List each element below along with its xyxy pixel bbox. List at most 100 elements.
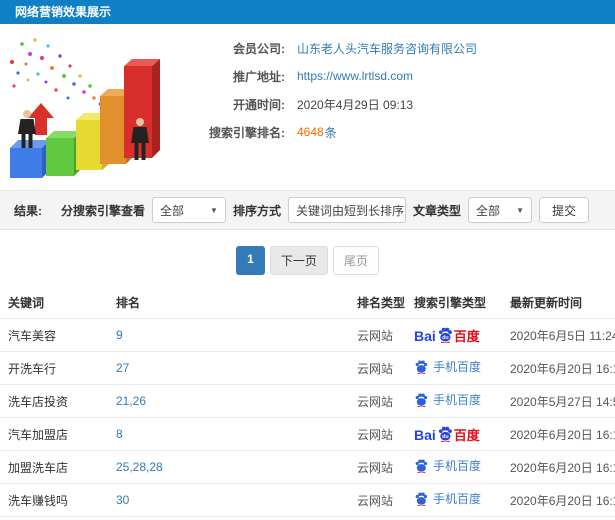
chevron-down-icon: ▼	[516, 205, 524, 215]
rank-link[interactable]: 21,26	[116, 394, 146, 408]
rank-link[interactable]: 9	[116, 328, 123, 342]
engine-cell: Bai du 百度	[406, 418, 502, 451]
table-row: 洗车店利润 30 云网站 手机百度 2020年6月18日 14:27	[0, 516, 615, 520]
table-row: 洗车店投资 21,26 云网站 手机百度 2020年5月27日 14:58	[0, 384, 615, 418]
page-button-current[interactable]: 1	[236, 246, 265, 275]
baidu-logo-suffix: 百度	[453, 329, 480, 344]
table-row: 加盟洗车店 25,28,28 云网站 手机百度 2020年6月20日 16:11	[0, 450, 615, 484]
keyword-cell: 洗车店利润	[0, 517, 108, 520]
baidu-logo: Bai du 百度	[414, 326, 480, 343]
chevron-down-icon: ▼	[210, 205, 218, 215]
rank-count-label: 搜索引擎排名:	[209, 125, 285, 140]
rank-type-cell: 云网站	[357, 493, 394, 508]
filter-controls: 分搜索引擎查看 全部 ▼ 排序方式 关键词由短到长排序 ▼ 文章类型 全部 ▼ …	[61, 197, 589, 223]
rank-link[interactable]: 30	[116, 493, 129, 507]
table-header-row: 关键词 排名 排名类型 搜索引擎类型 最新更新时间	[0, 287, 615, 319]
mobile-baidu-logo: 手机百度	[414, 491, 481, 506]
mobile-baidu-logo: 手机百度	[414, 458, 481, 473]
svg-text:du: du	[442, 335, 449, 341]
col-rank: 排名	[116, 296, 141, 310]
app-header: 网络营销效果展示	[0, 0, 615, 24]
promo-url-label: 推广地址:	[233, 69, 285, 84]
time-cell: 2020年6月20日 16:12	[510, 493, 615, 508]
time-cell: 2020年6月20日 16:12	[510, 427, 615, 442]
rank-type-cell: 云网站	[357, 394, 394, 409]
col-update-time: 最新更新时间	[510, 296, 583, 310]
company-label: 会员公司:	[233, 41, 285, 56]
keyword-cell: 开洗车行	[8, 361, 57, 376]
mobile-baidu-logo: 手机百度	[414, 359, 481, 374]
svg-text:du: du	[442, 434, 449, 440]
keyword-cell: 洗车赚钱吗	[8, 493, 69, 508]
table-row: 汽车加盟店 8 云网站 Bai du 百度 2020年6月20日 16:12	[0, 417, 615, 451]
time-cell: 2020年6月20日 16:11	[510, 460, 615, 475]
keyword-cell: 加盟洗车店	[8, 460, 69, 475]
keyword-cell: 洗车店投资	[8, 394, 69, 409]
engine-cell: 手机百度	[406, 451, 502, 484]
sort-select[interactable]: 关键词由短到长排序 ▼	[287, 197, 421, 223]
engine-cell: 手机百度	[406, 352, 502, 385]
time-cell: 2020年5月27日 14:58	[510, 394, 615, 409]
baidu-logo-prefix: Bai	[414, 427, 436, 443]
mobile-baidu-label: 手机百度	[433, 458, 482, 473]
col-keyword: 关键词	[8, 296, 45, 310]
submit-button[interactable]: 提交	[538, 197, 589, 223]
mobile-baidu-label: 手机百度	[433, 491, 482, 506]
result-label: 结果:	[14, 203, 42, 218]
ranking-table: 关键词 排名 排名类型 搜索引擎类型 最新更新时间 汽车美容 9 云网站 Bai…	[0, 287, 615, 520]
rank-type-cell: 云网站	[357, 361, 394, 376]
member-info-fields: 会员公司: 山东老人头汽车服务咨询有限公司 推广地址: https://www.…	[185, 24, 615, 190]
company-link[interactable]: 山东老人头汽车服务咨询有限公司	[297, 40, 477, 57]
open-time-row: 开通时间: 2020年4月29日 09:13	[185, 90, 615, 118]
rank-count-unit[interactable]: 条	[325, 124, 337, 141]
table-row: 汽车美容 9 云网站 Bai du 百度 2020年6月5日 11:24	[0, 318, 615, 352]
bar-chart-illustration-svg	[10, 38, 160, 178]
engine-cell: 手机百度	[406, 484, 502, 517]
table-row: 开洗车行 27 云网站 手机百度 2020年6月20日 16:16	[0, 351, 615, 385]
time-cell: 2020年6月20日 16:16	[510, 361, 615, 376]
engine-cell: Bai du 百度	[406, 319, 502, 352]
pagination: 1 下一页 尾页	[0, 246, 615, 275]
baidu-paw-icon: du	[438, 327, 452, 343]
baidu-paw-icon	[415, 459, 428, 473]
keyword-cell: 汽车加盟店	[8, 427, 69, 442]
rank-cell: 9	[108, 319, 349, 352]
filter-bar: 结果: 分搜索引擎查看 全部 ▼ 排序方式 关键词由短到长排序 ▼ 文章类型 全…	[0, 190, 615, 230]
type-select-value: 全部	[475, 203, 500, 218]
rank-link[interactable]: 8	[116, 427, 123, 441]
baidu-paw-icon	[415, 393, 428, 407]
engine-select[interactable]: 全部 ▼	[151, 197, 226, 223]
company-row: 会员公司: 山东老人头汽车服务咨询有限公司	[185, 34, 615, 62]
rank-cell: 8	[108, 418, 349, 451]
promo-url-row: 推广地址: https://www.lrtlsd.com	[185, 62, 615, 90]
rank-cell: 30	[108, 484, 349, 517]
rank-type-cell: 云网站	[357, 427, 394, 442]
rank-link[interactable]: 27	[116, 361, 129, 375]
mobile-baidu-logo: 手机百度	[414, 392, 481, 407]
time-cell: 2020年6月5日 11:24	[510, 328, 615, 343]
open-time-label: 开通时间:	[233, 97, 285, 112]
sort-select-value: 关键词由短到长排序	[295, 203, 404, 218]
next-page-button[interactable]: 下一页	[269, 246, 328, 275]
type-select[interactable]: 全部 ▼	[467, 197, 532, 223]
baidu-logo-suffix: 百度	[453, 428, 480, 443]
mobile-baidu-label: 手机百度	[433, 359, 482, 374]
table-row: 洗车赚钱吗 30 云网站 手机百度 2020年6月20日 16:12	[0, 483, 615, 517]
rank-type-cell: 云网站	[357, 328, 394, 343]
rank-cell: 25,28,28	[108, 451, 349, 484]
rank-cell: 21,26	[108, 385, 349, 418]
engine-cell: 手机百度	[406, 517, 502, 520]
rank-link[interactable]: 25,28,28	[116, 460, 163, 474]
baidu-paw-icon	[415, 360, 428, 374]
engine-filter-label: 分搜索引擎查看	[60, 203, 145, 218]
open-time-value: 2020年4月29日 09:13	[297, 97, 414, 112]
type-filter-label: 文章类型	[412, 203, 461, 218]
rank-type-cell: 云网站	[357, 460, 394, 475]
engine-cell: 手机百度	[406, 385, 502, 418]
baidu-logo: Bai du 百度	[414, 425, 480, 442]
last-page-button[interactable]: 尾页	[332, 246, 379, 275]
sort-filter-label: 排序方式	[232, 203, 281, 218]
confetti-dots	[10, 38, 102, 106]
promo-url-link[interactable]: https://www.lrtlsd.com	[297, 69, 413, 83]
engine-select-value: 全部	[159, 203, 184, 218]
